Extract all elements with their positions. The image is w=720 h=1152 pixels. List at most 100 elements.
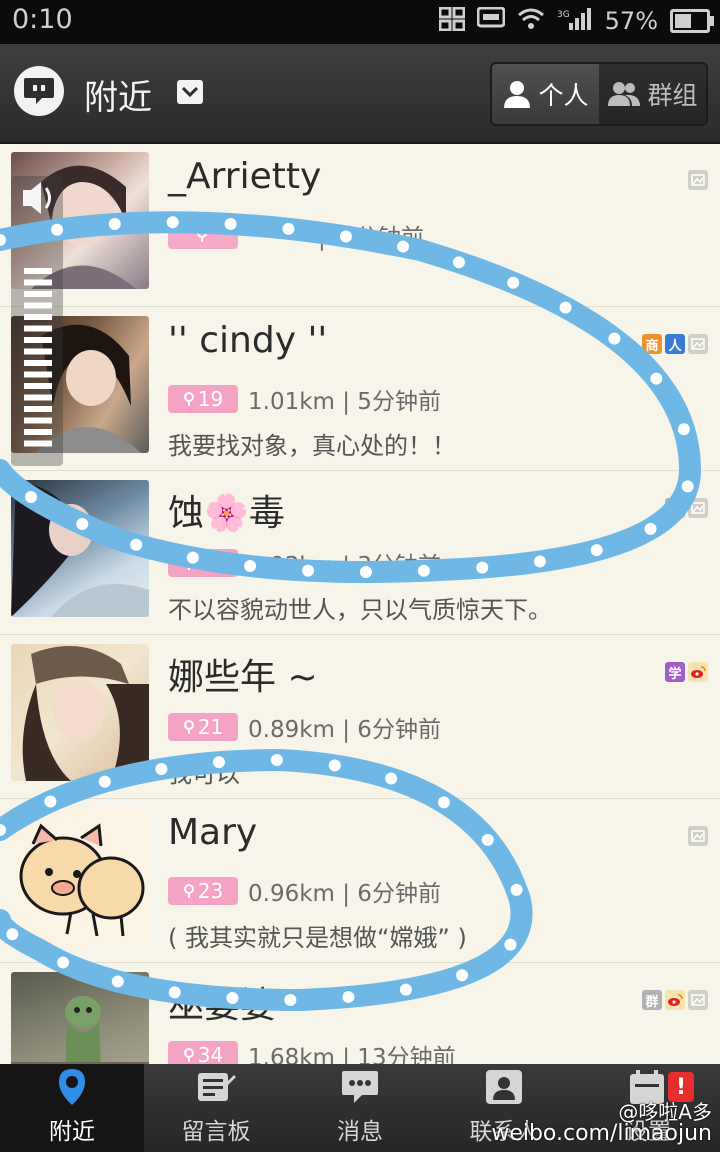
segment-individual[interactable]: 个人 xyxy=(492,64,599,124)
tab-messages-label: 消息 xyxy=(337,1119,383,1145)
user-tags: 群 xyxy=(642,990,708,1010)
age-value: 21 xyxy=(197,715,224,739)
app-logo-icon[interactable] xyxy=(14,66,64,116)
age-value: 21 xyxy=(197,551,224,575)
user-meta: 23 0.96km | 6分钟前 xyxy=(168,874,441,908)
chevron-down-icon[interactable] xyxy=(177,80,203,104)
distance-time: 0.89km | 6分钟前 xyxy=(248,717,441,743)
message-notification-icon xyxy=(476,6,506,35)
user-tags: 群 xyxy=(665,498,708,518)
user-name: _Arrietty xyxy=(168,156,322,197)
photo-icon xyxy=(688,170,708,190)
tab-message-board[interactable]: 留言板 xyxy=(144,1064,288,1152)
photo-icon xyxy=(688,826,708,846)
page-title[interactable]: 附近 xyxy=(84,70,152,119)
user-tags xyxy=(688,826,708,846)
user-signature: 我要找对象，真心处的！！ xyxy=(168,432,456,460)
user-meta: 19 1.01km | 5分钟前 xyxy=(168,382,441,416)
female-icon xyxy=(183,720,194,734)
user-name: Mary xyxy=(168,812,258,853)
status-time: 0:10 xyxy=(12,4,73,35)
group-icon xyxy=(608,82,641,106)
age-badge: 23 xyxy=(168,877,238,905)
distance-time: 0.93km | 3分钟前 xyxy=(248,553,441,579)
user-name: 蚀🌸毒 xyxy=(168,493,285,534)
list-item-user[interactable]: Mary 23 0.96km | 6分钟前 ( 我其实就只是想做“嫦娥” ) xyxy=(0,798,720,963)
list-item-user[interactable]: 娜些年 ~ 21 0.89km | 6分钟前 我可以 学 xyxy=(0,634,720,799)
wifi-icon xyxy=(517,7,545,35)
contacts-icon xyxy=(484,1066,524,1108)
photo-icon xyxy=(688,498,708,518)
avatar xyxy=(11,644,149,781)
student-tag-icon: 学 xyxy=(665,662,685,682)
list-item-user[interactable]: 蚀🌸毒 21 0.93km | 3分钟前 不以容貌动世人，只以气质惊天下。 群 xyxy=(0,470,720,635)
list-item-user[interactable]: 巫婆婆 34 1.68km | 13分钟前 群 xyxy=(0,962,720,1064)
age-badge: 34 xyxy=(168,1041,238,1064)
user-meta: 34 1.68km | 13分钟前 xyxy=(168,1038,456,1064)
network-type-label: 3G xyxy=(557,10,570,20)
avatar xyxy=(11,480,149,617)
user-signature: 我可以 xyxy=(168,760,240,788)
volume-indicator xyxy=(11,176,63,466)
segment-individual-label: 个人 xyxy=(538,81,589,110)
user-name: 巫婆婆 xyxy=(168,985,277,1026)
user-meta: 21 0.93km | 3分钟前 xyxy=(168,546,441,580)
photo-icon xyxy=(688,334,708,354)
status-bar: 0:10 3G 57% xyxy=(0,0,720,44)
user-signature: 不以容貌动世人，只以气质惊天下。 xyxy=(168,596,552,624)
list-item-user[interactable]: _Arrietty |11分钟前 xyxy=(0,142,720,307)
distance-time: 1.01km | 5分钟前 xyxy=(248,389,441,415)
merchant-tag-icon: 商 xyxy=(642,334,662,354)
tab-nearby[interactable]: 附近 xyxy=(0,1064,144,1152)
app-header: 附近 个人 群组 xyxy=(0,44,720,144)
tab-message-board-label: 留言板 xyxy=(181,1119,251,1145)
age-badge: 21 xyxy=(168,549,238,577)
tab-nearby-label: 附近 xyxy=(49,1119,95,1145)
avatar xyxy=(11,972,149,1064)
verified-person-tag-icon: 人 xyxy=(665,334,685,354)
age-value: 23 xyxy=(197,879,224,903)
location-pin-icon xyxy=(57,1066,87,1108)
speaker-icon xyxy=(23,182,51,214)
distance-time: 0.96km | 6分钟前 xyxy=(248,881,441,907)
user-meta: |11分钟前 xyxy=(168,218,424,252)
female-icon xyxy=(183,1048,194,1062)
segment-group[interactable]: 群组 xyxy=(599,64,706,124)
female-icon xyxy=(183,392,194,406)
distance-time: 1.68km | 13分钟前 xyxy=(248,1045,456,1064)
screenshot-icon xyxy=(438,6,466,35)
segment-group-label: 群组 xyxy=(647,81,698,110)
group-tag-icon: 群 xyxy=(642,990,662,1010)
user-name: 娜些年 ~ xyxy=(168,657,318,698)
age-badge xyxy=(168,221,238,249)
age-badge: 19 xyxy=(168,385,238,413)
age-value: 19 xyxy=(197,387,224,411)
weibo-icon xyxy=(665,990,685,1010)
segment-control: 个人 群组 xyxy=(490,62,708,126)
user-tags: 商 人 xyxy=(642,334,708,354)
watermark-url: weibo.com/limaojun xyxy=(491,1121,712,1146)
female-icon xyxy=(196,228,207,242)
list-item-user[interactable]: '' cindy '' 19 1.01km | 5分钟前 我要找对象，真心处的！… xyxy=(0,306,720,471)
weibo-icon xyxy=(688,662,708,682)
nearby-user-list[interactable]: _Arrietty |11分钟前 '' cindy '' 19 1.01km |… xyxy=(0,142,720,1064)
age-value: 34 xyxy=(197,1043,224,1064)
user-name: '' cindy '' xyxy=(168,320,328,361)
user-meta: 21 0.89km | 6分钟前 xyxy=(168,710,441,744)
photo-icon xyxy=(688,990,708,1010)
battery-percent: 57% xyxy=(604,7,658,35)
female-icon xyxy=(183,556,194,570)
chat-bubble-icon xyxy=(340,1066,380,1108)
signal-icon: 3G xyxy=(557,7,593,35)
user-signature: ( 我其实就只是想做“嫦娥” ) xyxy=(168,924,467,952)
battery-icon xyxy=(670,9,714,33)
tab-messages[interactable]: 消息 xyxy=(288,1064,432,1152)
message-board-icon xyxy=(196,1066,236,1108)
user-tags: 学 xyxy=(665,662,708,682)
age-badge: 21 xyxy=(168,713,238,741)
person-icon xyxy=(504,81,531,108)
female-icon xyxy=(183,884,194,898)
distance-time: |11分钟前 xyxy=(318,225,425,251)
avatar xyxy=(11,808,149,945)
group-tag-icon: 群 xyxy=(665,498,685,518)
